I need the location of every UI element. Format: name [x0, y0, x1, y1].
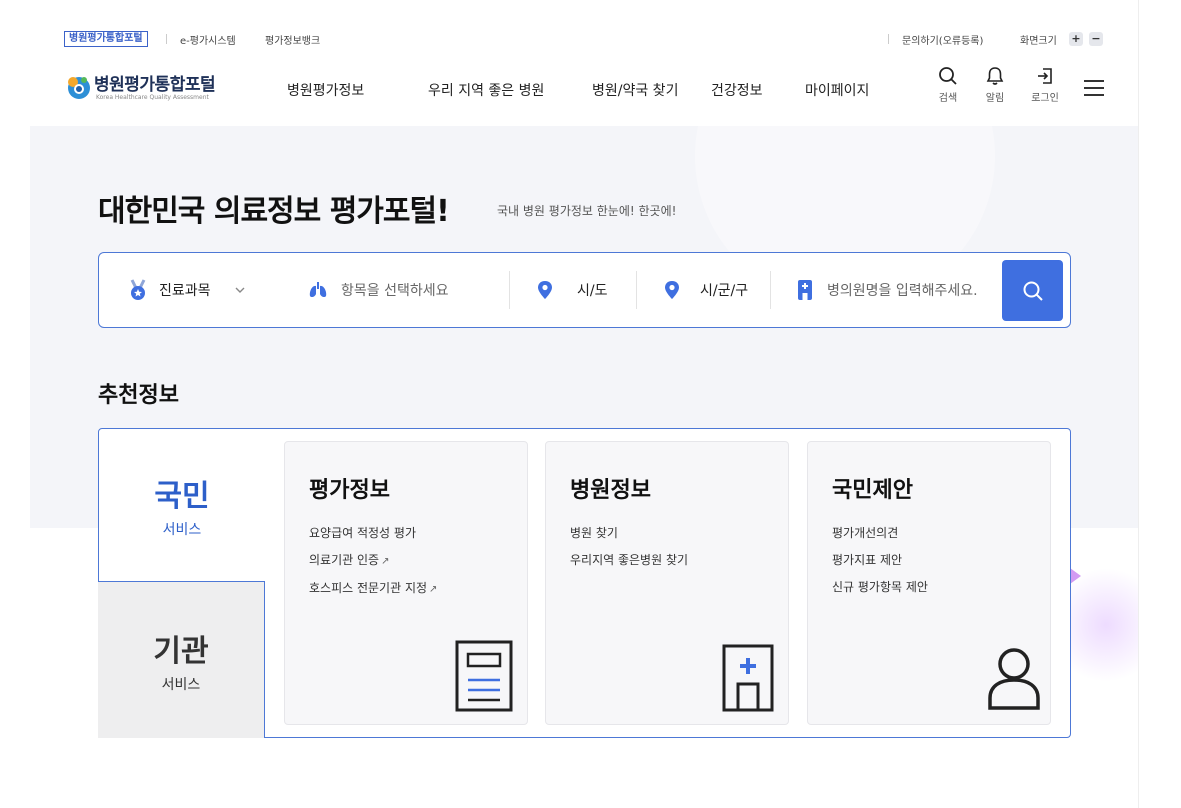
card-hospital-info: 병원정보 병원 찾기 우리지역 좋은병원 찾기: [545, 441, 789, 725]
site-logo[interactable]: 병원평가통합포털 Korea Healthcare Quality Assess…: [64, 70, 254, 106]
card-link-label: 평가지표 제안: [832, 553, 903, 567]
recommend-panel: 국민 서비스 기관 서비스 평가정보 요양급여 적정성 평가 의료기관 인증 ↗ …: [98, 428, 1071, 738]
sigungu-label: 시/군/구: [700, 283, 749, 299]
card-link-label: 호스피스 전문기관 지정: [309, 581, 428, 595]
decor-triangle: [1070, 568, 1081, 584]
search-label: 검색: [938, 93, 958, 104]
card-link-list: 요양급여 적정성 평가 의료기관 인증 ↗ 호스피스 전문기관 지정 ↗: [309, 520, 437, 603]
header-alarm-button[interactable]: 알림: [980, 66, 1010, 104]
zoom-in-button[interactable]: +: [1069, 32, 1083, 46]
hospital-name-input[interactable]: 병의원명을 입력해주세요.: [797, 253, 978, 327]
gnb-eval-info[interactable]: 병원평가정보: [287, 80, 364, 100]
search-icon: [939, 67, 957, 85]
card-link[interactable]: 병원 찾기: [570, 520, 688, 547]
gnb-find-hospital[interactable]: 병원/약국 찾기: [592, 80, 678, 100]
alarm-label: 알림: [985, 93, 1005, 104]
util-link-e-system[interactable]: e-평가시스템: [180, 32, 236, 47]
external-link-icon: ↗: [429, 584, 438, 595]
logo-title: 병원평가통합포털: [94, 75, 216, 95]
card-link[interactable]: 평가개선의견: [832, 520, 928, 547]
sigungu-select[interactable]: 시/군/구: [664, 253, 748, 327]
header-search-button[interactable]: 검색: [933, 66, 963, 104]
card-link[interactable]: 평가지표 제안: [832, 547, 928, 574]
card-link-list: 평가개선의견 평가지표 제안 신규 평가항목 제안: [832, 520, 928, 601]
header-login-button[interactable]: 로그인: [1030, 66, 1060, 104]
card-link-label: 신규 평가항목 제안: [832, 580, 928, 594]
card-eval-info: 평가정보 요양급여 적정성 평가 의료기관 인증 ↗ 호스피스 전문기관 지정 ↗: [284, 441, 528, 725]
card-link[interactable]: 호스피스 전문기관 지정 ↗: [309, 575, 437, 603]
util-link-info-bank[interactable]: 평가정보뱅크: [265, 32, 320, 47]
card-link[interactable]: 신규 평가항목 제안: [832, 574, 928, 601]
person-icon: [988, 648, 1040, 710]
location-pin-icon: [665, 281, 679, 299]
search-submit-button[interactable]: [1002, 260, 1063, 321]
card-citizen-proposal: 국민제안 평가개선의견 평가지표 제안 신규 평가항목 제안: [807, 441, 1051, 725]
card-title: 국민제안: [832, 478, 913, 503]
gnb-mypage[interactable]: 마이페이지: [805, 80, 869, 100]
tab-agency-service[interactable]: 기관 서비스: [98, 581, 265, 738]
location-pin-icon: [538, 281, 552, 299]
sido-label: 시/도: [577, 283, 608, 299]
hospital-placeholder: 병의원명을 입력해주세요.: [827, 283, 978, 299]
util-divider: [888, 34, 889, 44]
item-select[interactable]: 항목을 선택하세요: [307, 253, 449, 327]
logo-subtitle: Korea Healthcare Quality Assessment: [96, 94, 209, 101]
page-edge-line: [1138, 0, 1139, 808]
card-link-list: 병원 찾기 우리지역 좋은병원 찾기: [570, 520, 688, 574]
card-link[interactable]: 요양급여 적정성 평가: [309, 520, 437, 547]
hero-title: 대한민국 의료정보 평가포털!: [98, 194, 450, 229]
section-title-recommend: 추천정보: [98, 383, 179, 408]
gnb-health-info[interactable]: 건강정보: [711, 80, 763, 100]
card-link[interactable]: 의료기관 인증 ↗: [309, 547, 437, 575]
document-icon: [455, 640, 513, 712]
menu-hamburger-icon[interactable]: [1084, 80, 1104, 96]
sido-select[interactable]: 시/도: [537, 253, 607, 327]
card-title: 병원정보: [570, 478, 651, 503]
utility-bar: 병원평가통합포털 e-평가시스템 평가정보뱅크 문의하기(오류등록) 화면크기 …: [0, 0, 1181, 56]
medal-icon: [130, 279, 146, 300]
card-title: 평가정보: [309, 478, 390, 503]
department-select[interactable]: 진료과목: [127, 253, 247, 327]
zoom-out-button[interactable]: −: [1089, 32, 1103, 46]
card-link-label: 의료기관 인증: [309, 553, 380, 567]
tab-citizen-sub: 서비스: [162, 522, 202, 538]
tab-citizen-service[interactable]: 국민 서비스: [99, 429, 265, 581]
search-box: 진료과목 항목을 선택하세요 시/도 시/군/구 병의원명을 입력해주세요.: [98, 252, 1071, 328]
tab-agency-title: 기관: [153, 634, 209, 669]
card-link-label: 요양급여 적정성 평가: [309, 526, 416, 540]
external-link-icon: ↗: [381, 556, 390, 567]
chevron-down-icon: [235, 287, 245, 293]
screen-size-label: 화면크기: [1020, 36, 1057, 47]
gnb-local-hospital[interactable]: 우리 지역 좋은 병원: [428, 80, 544, 100]
field-divider: [636, 271, 637, 309]
lungs-icon: [309, 282, 327, 298]
field-divider: [770, 271, 771, 309]
department-label: 진료과목: [159, 283, 211, 299]
card-link-label: 병원 찾기: [570, 526, 618, 540]
tab-agency-sub: 서비스: [161, 677, 201, 693]
building-icon: [798, 280, 812, 300]
search-icon: [1023, 281, 1043, 301]
hero-subtitle: 국내 병원 평가정보 한눈에! 한곳에!: [497, 204, 677, 218]
logo-mark-icon: [68, 77, 90, 99]
login-label: 로그인: [1031, 93, 1059, 104]
card-link-label: 우리지역 좋은병원 찾기: [570, 553, 689, 567]
item-placeholder: 항목을 선택하세요: [341, 283, 449, 299]
util-divider: [166, 34, 167, 44]
hospital-icon: [722, 644, 774, 712]
card-link[interactable]: 우리지역 좋은병원 찾기: [570, 547, 688, 574]
inquiry-link[interactable]: 문의하기(오류등록): [902, 32, 983, 47]
bell-icon: [986, 67, 1004, 85]
card-link-label: 평가개선의견: [832, 526, 899, 540]
field-divider: [509, 271, 510, 309]
login-icon: [1038, 68, 1052, 84]
tab-citizen-title: 국민: [154, 479, 210, 514]
util-link-portal[interactable]: 병원평가통합포털: [64, 31, 148, 47]
